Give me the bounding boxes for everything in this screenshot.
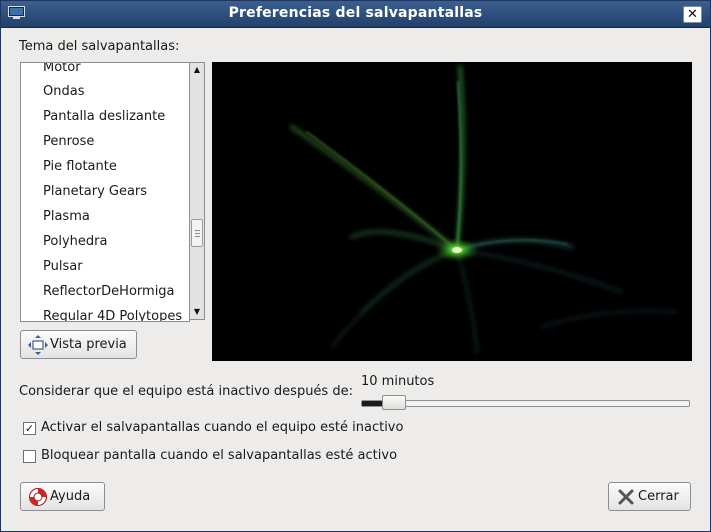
scrollbar-thumb[interactable] [191,219,203,247]
list-item[interactable]: Pulsar [43,256,83,278]
list-item[interactable]: Motor [43,63,81,79]
list-item[interactable]: Pantalla deslizante [43,106,165,128]
lock-checkbox[interactable] [23,450,36,463]
idle-label: Considerar que el equipo está inactivo d… [19,384,353,399]
dialog-window: Preferencias del salvapantallas ✕ Tema d… [0,0,711,532]
list-item[interactable]: Ondas [43,81,84,103]
list-item[interactable]: Regular 4D Polytopes [43,306,182,321]
theme-label-text: Tema del salvapantallas: [19,39,180,54]
close-x-icon [618,489,634,504]
grip-line [195,236,200,237]
list-item[interactable]: Planetary Gears [43,181,147,203]
preview-button[interactable]: Vista previa [20,330,137,359]
check-mark-icon: ✓ [24,422,35,435]
screensaver-preview [212,62,692,361]
idle-slider-track[interactable] [361,400,690,407]
window-title: Preferencias del salvapantallas [228,5,483,21]
idle-slider-fill [362,401,382,406]
activate-checkbox[interactable]: ✓ [23,422,36,435]
idle-value: 10 minutos [361,374,435,389]
close-button-label: Cerrar [638,489,679,504]
close-button[interactable]: Cerrar [608,482,691,511]
help-button[interactable]: Ayuda [20,482,105,511]
lifebuoy-icon [29,487,47,506]
list-item[interactable]: Pie flotante [43,156,117,178]
preview-button-label: Vista previa [50,337,127,352]
close-window-button[interactable]: ✕ [683,6,702,23]
list-item[interactable]: ReflectorDeHormiga [43,281,175,303]
theme-list-scrollbar[interactable]: ▲ ▼ [189,62,205,320]
list-item[interactable]: Penrose [43,131,94,153]
title-bar[interactable]: Preferencias del salvapantallas ✕ [1,1,710,28]
theme-list[interactable]: Motor Ondas Pantalla deslizante Penrose … [20,62,190,322]
scroll-up-arrow-icon[interactable]: ▲ [190,63,204,77]
grip-line [195,230,200,231]
fullscreen-arrows-icon [28,334,48,355]
activate-label[interactable]: Activar el salvapantallas cuando el equi… [41,420,403,435]
list-item[interactable]: Polyhedra [43,231,107,253]
lock-label[interactable]: Bloquear pantalla cuando el salvapantall… [41,448,397,463]
plasma-preview-image [289,65,679,354]
grip-line [195,233,200,234]
help-button-label: Ayuda [50,489,91,504]
theme-label: Tema del salvapantallas: [19,39,179,54]
scroll-down-arrow-icon[interactable]: ▼ [190,305,204,319]
idle-slider-handle[interactable] [381,395,406,410]
list-item[interactable]: Plasma [43,206,90,228]
